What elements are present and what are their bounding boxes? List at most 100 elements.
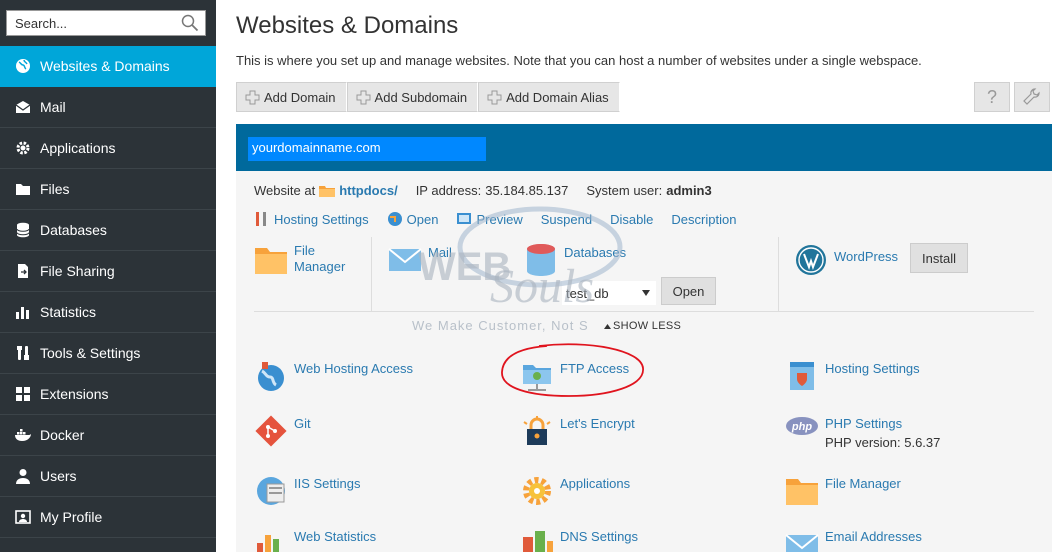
- sidebar-item-docker[interactable]: Docker: [0, 415, 216, 456]
- lock-icon: [523, 416, 551, 445]
- sidebar-item-file-sharing[interactable]: File Sharing: [0, 251, 216, 292]
- toolbar: Add Domain Add Subdomain Add Domain Alia…: [236, 82, 620, 112]
- hosting-settings-tool[interactable]: Hosting Settings: [785, 359, 920, 393]
- wordpress-label: WordPress: [834, 249, 899, 264]
- databases-card[interactable]: Databases: [524, 243, 626, 277]
- domain-header: yourdomainname.com: [236, 124, 1052, 171]
- docker-icon: [14, 426, 32, 444]
- page-description: This is where you set up and manage webs…: [236, 53, 922, 68]
- sidebar-item-label: My Profile: [40, 509, 103, 525]
- hosting-settings-label: Hosting Settings: [825, 361, 920, 376]
- applications-tool[interactable]: Applications: [520, 474, 630, 508]
- add-subdomain-button[interactable]: Add Subdomain: [346, 82, 479, 112]
- sidebar-item-label: Extensions: [40, 386, 109, 402]
- open-link[interactable]: Open: [387, 211, 439, 227]
- sidebar-item-label: Tools & Settings: [40, 345, 141, 361]
- preview-icon: [457, 213, 472, 224]
- file-sharing-icon: [14, 262, 32, 280]
- dns-icon: [523, 531, 553, 552]
- domain-name[interactable]: yourdomainname.com: [248, 137, 486, 161]
- sidebar-item-users[interactable]: Users: [0, 456, 216, 497]
- disable-label: Disable: [610, 211, 654, 227]
- caret-down-icon: [642, 290, 650, 296]
- database-select[interactable]: test_db: [562, 281, 656, 305]
- add-domain-button[interactable]: Add Domain: [236, 82, 347, 112]
- open-label: Open: [406, 211, 439, 227]
- sidebar-item-label: Mail: [40, 99, 66, 115]
- preview-link[interactable]: Preview: [456, 211, 523, 227]
- iis-icon: [257, 477, 285, 505]
- mail-card[interactable]: Mail: [388, 243, 452, 277]
- file-manager-tool[interactable]: File Manager: [785, 474, 901, 508]
- description-link[interactable]: Description: [671, 211, 736, 227]
- disable-link[interactable]: Disable: [610, 211, 653, 227]
- sidebar-item-mail[interactable]: Mail: [0, 87, 216, 128]
- hosting-settings-icon: [790, 362, 814, 390]
- domain-panel: Website at httpdocs/ IP address: 35.184.…: [236, 171, 1052, 552]
- database-select-value: test_db: [566, 285, 609, 301]
- file-manager-card[interactable]: File Manager: [254, 243, 345, 277]
- sidebar-item-applications[interactable]: Applications: [0, 128, 216, 169]
- wrench-icon: [1023, 88, 1040, 105]
- sidebar-item-websites-domains[interactable]: Websites & Domains: [0, 46, 216, 87]
- dns-settings-tool[interactable]: DNS Settings: [520, 527, 638, 552]
- bar-chart-icon: [257, 535, 279, 552]
- add-domain-label: Add Domain: [264, 89, 336, 105]
- description-label: Description: [671, 211, 737, 227]
- file-manager-tool-label: File Manager: [825, 476, 901, 491]
- globe-icon: [14, 57, 32, 75]
- sidebar-item-label: Statistics: [40, 304, 97, 320]
- mail-icon: [388, 248, 422, 271]
- sidebar-item-tools-settings[interactable]: Tools & Settings: [0, 333, 216, 374]
- sidebar-item-statistics[interactable]: Statistics: [0, 292, 216, 333]
- mail-label: Mail: [428, 245, 452, 260]
- lets-encrypt-tool[interactable]: Let's Encrypt: [520, 414, 635, 448]
- folder-icon: [786, 479, 818, 505]
- hosting-settings-link[interactable]: Hosting Settings: [254, 211, 369, 227]
- search-input[interactable]: [7, 11, 177, 35]
- plus-icon: [356, 90, 371, 104]
- add-subdomain-label: Add Subdomain: [374, 89, 468, 105]
- sidebar-item-label: Applications: [40, 140, 116, 156]
- iis-settings-tool[interactable]: IIS Settings: [254, 474, 360, 508]
- php-settings-tool[interactable]: php PHP Settings PHP version: 5.6.37: [785, 414, 940, 450]
- user-icon: [14, 467, 32, 485]
- preview-label: Preview: [476, 211, 523, 227]
- sidebar-item-label: Users: [40, 468, 77, 484]
- web-hosting-access-tool[interactable]: Web Hosting Access: [254, 359, 413, 393]
- add-domain-alias-button[interactable]: Add Domain Alias: [478, 82, 620, 112]
- main-content: Websites & Domains This is where you set…: [236, 0, 1052, 552]
- show-less-toggle[interactable]: SHOW LESS: [604, 320, 681, 332]
- help-button[interactable]: ?: [974, 82, 1010, 112]
- web-statistics-tool[interactable]: Web Statistics: [254, 527, 376, 552]
- wordpress-install-button[interactable]: Install: [910, 243, 968, 273]
- php-settings-label: PHP Settings: [825, 416, 903, 431]
- docroot-link[interactable]: httpdocs/: [339, 183, 398, 198]
- wordpress-card[interactable]: WordPress: [794, 243, 898, 277]
- tools-icon: [256, 212, 266, 226]
- search-icon[interactable]: [181, 14, 199, 32]
- git-tool[interactable]: Git: [254, 414, 311, 448]
- sidebar-item-files[interactable]: Files: [0, 169, 216, 210]
- dns-settings-label: DNS Settings: [560, 529, 639, 544]
- help-icon: ?: [986, 86, 997, 107]
- files-icon: [14, 180, 32, 198]
- settings-button[interactable]: [1014, 82, 1050, 112]
- hosting-settings-label: Hosting Settings: [274, 211, 369, 227]
- sidebar-item-my-profile[interactable]: My Profile: [0, 497, 216, 538]
- git-icon: [255, 415, 287, 447]
- wordpress-icon: [796, 245, 826, 275]
- database-open-button[interactable]: Open: [661, 277, 716, 305]
- ftp-access-tool[interactable]: FTP Access: [520, 359, 629, 393]
- suspend-link[interactable]: Suspend: [541, 211, 592, 227]
- git-label: Git: [294, 416, 311, 431]
- database-icon: [527, 244, 555, 276]
- databases-label: Databases: [564, 245, 627, 260]
- php-icon: php: [786, 417, 818, 435]
- sidebar-item-extensions[interactable]: Extensions: [0, 374, 216, 415]
- sidebar-item-databases[interactable]: Databases: [0, 210, 216, 251]
- email-addresses-tool[interactable]: Email Addresses: [785, 527, 922, 552]
- sidebar-item-label: Docker: [40, 427, 85, 443]
- web-statistics-label: Web Statistics: [294, 529, 377, 544]
- system-user-label: System user:: [586, 183, 663, 198]
